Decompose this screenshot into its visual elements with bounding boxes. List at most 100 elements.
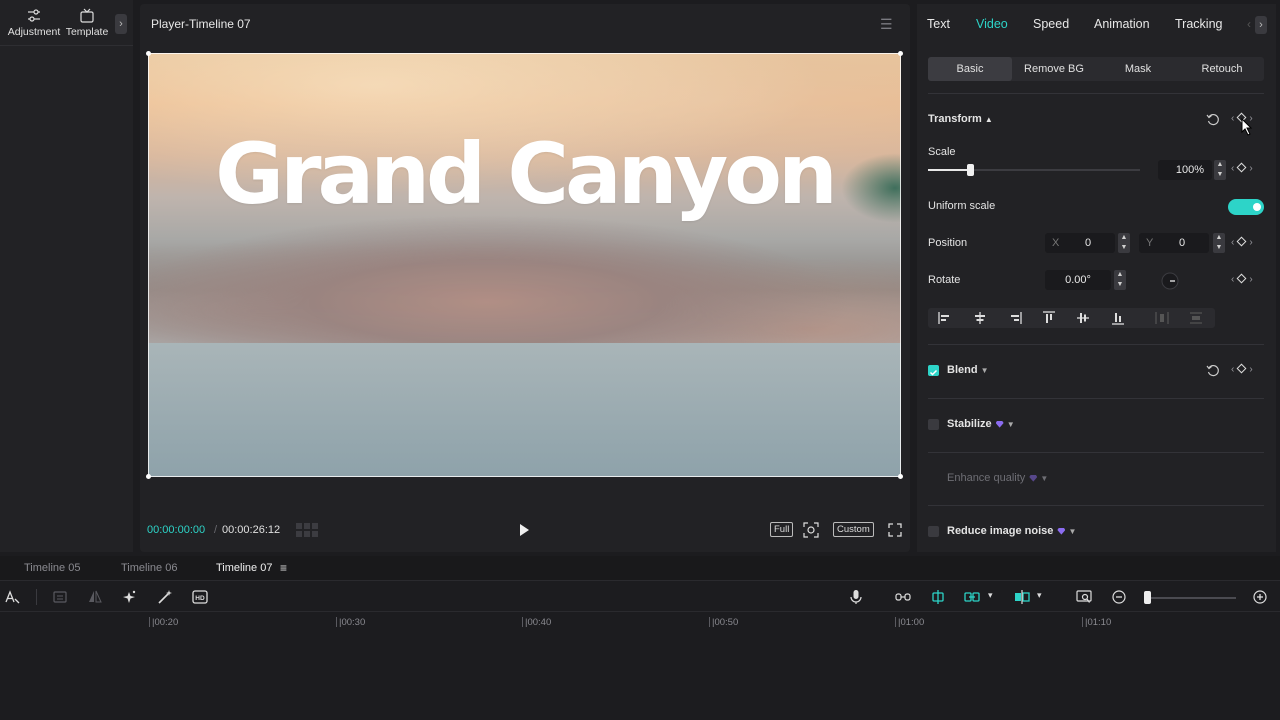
rotate-dial-icon[interactable] xyxy=(1161,272,1179,290)
timeline-menu-icon[interactable]: ≡ xyxy=(280,561,287,575)
tab-tracking[interactable]: Tracking xyxy=(1175,17,1222,31)
position-label: Position xyxy=(928,237,968,249)
distribute-v-icon xyxy=(1190,312,1202,324)
hd-icon[interactable]: HD xyxy=(192,589,208,605)
scale-input[interactable]: 100% xyxy=(1158,160,1212,180)
menu-icon[interactable]: ☰ xyxy=(880,16,893,33)
scale-slider-fill xyxy=(928,169,971,171)
subtab-mask[interactable]: Mask xyxy=(1096,57,1180,81)
keyframe-nav[interactable]: ‹ › xyxy=(1231,363,1253,375)
keyframe-diamond-icon[interactable] xyxy=(1236,236,1247,247)
alignment-toolbar xyxy=(928,308,1215,328)
timeline-tab-07[interactable]: Timeline 07 xyxy=(216,562,272,574)
keyframe-diamond-icon[interactable] xyxy=(1236,162,1247,173)
magic-wand-icon[interactable] xyxy=(157,589,173,605)
subtab-retouch[interactable]: Retouch xyxy=(1180,57,1264,81)
preview-axis-icon[interactable] xyxy=(1014,589,1030,605)
subtab-remove-bg[interactable]: Remove BG xyxy=(1012,57,1096,81)
y-axis-label: Y xyxy=(1146,237,1154,249)
timeline-tab-06[interactable]: Timeline 06 xyxy=(121,562,177,574)
blend-checkbox[interactable] xyxy=(928,365,939,376)
chevron-right-icon[interactable]: › xyxy=(115,14,127,34)
position-x-input[interactable]: X 0 xyxy=(1045,233,1115,253)
keyframe-diamond-icon[interactable] xyxy=(1236,273,1247,284)
align-bottom-icon[interactable] xyxy=(1111,311,1125,325)
reset-icon[interactable] xyxy=(1206,364,1220,378)
enhance-quality-label-text: Enhance quality xyxy=(947,472,1026,484)
tab-text[interactable]: Text xyxy=(927,17,950,31)
chevron-left-icon[interactable]: ‹ xyxy=(1247,17,1251,31)
play-icon[interactable] xyxy=(517,523,531,537)
left-panel: Adjustment Template › xyxy=(0,0,133,552)
zoom-in-icon[interactable] xyxy=(1252,589,1268,605)
chevron-down-icon[interactable]: ▾ xyxy=(988,590,993,601)
blend-label[interactable]: Blend ▼ xyxy=(947,364,989,376)
ruler-tick: |01:10 xyxy=(1081,617,1112,628)
auto-snap-icon[interactable] xyxy=(930,589,946,605)
timeline-zoom-knob[interactable] xyxy=(1144,591,1151,604)
custom-ratio-button[interactable]: Custom xyxy=(833,522,874,537)
position-x-value: 0 xyxy=(1085,237,1092,249)
chevron-right-icon[interactable]: › xyxy=(1255,16,1267,34)
ruler-tick: |01:00 xyxy=(894,617,925,628)
reduce-noise-checkbox[interactable] xyxy=(928,526,939,537)
chevron-down-icon[interactable]: ▾ xyxy=(1037,590,1042,601)
stabilize-label[interactable]: Stabilize ▼ xyxy=(947,418,1015,430)
blend-label-text: Blend xyxy=(947,364,978,376)
keyframe-nav[interactable]: ‹ › xyxy=(1231,236,1253,248)
rotate-input[interactable]: 0.00° xyxy=(1045,270,1111,290)
scale-slider[interactable] xyxy=(928,164,1140,176)
tab-animation[interactable]: Animation xyxy=(1094,17,1150,31)
align-top-icon[interactable] xyxy=(1042,311,1056,325)
full-button[interactable]: Full xyxy=(770,522,794,537)
zoom-fit-icon[interactable] xyxy=(803,522,819,538)
divider xyxy=(928,344,1264,345)
zoom-to-fit-icon[interactable] xyxy=(1076,589,1092,605)
keyframe-diamond-icon[interactable] xyxy=(1236,363,1247,374)
scale-stepper[interactable]: ▲ ▼ xyxy=(1214,160,1226,180)
canvas-text-overlay[interactable]: Grand Canyon xyxy=(148,125,901,223)
align-left-icon[interactable] xyxy=(938,311,952,325)
align-center-h-icon[interactable] xyxy=(973,311,987,325)
tab-speed[interactable]: Speed xyxy=(1033,17,1069,31)
ai-enhance-icon[interactable] xyxy=(121,589,137,605)
reduce-noise-label[interactable]: Reduce image noise ▼ xyxy=(947,525,1076,537)
align-center-v-icon[interactable] xyxy=(1076,311,1090,325)
fullscreen-icon[interactable] xyxy=(888,523,902,537)
premium-gem-icon xyxy=(995,420,1004,428)
tab-template[interactable]: Template xyxy=(62,8,112,38)
caret-down-icon: ▼ xyxy=(1068,527,1077,536)
divider xyxy=(928,93,1264,94)
timeline-zoom-slider[interactable] xyxy=(1146,597,1236,599)
align-right-icon[interactable] xyxy=(1008,311,1022,325)
video-canvas[interactable]: Grand Canyon xyxy=(148,53,901,477)
grid-icon[interactable] xyxy=(296,523,318,537)
position-y-input[interactable]: Y 0 xyxy=(1139,233,1209,253)
uniform-scale-toggle[interactable] xyxy=(1228,199,1264,215)
tab-adjustment[interactable]: Adjustment xyxy=(4,8,64,38)
scale-slider-knob[interactable] xyxy=(967,164,975,176)
auto-caption-icon[interactable] xyxy=(4,589,20,605)
mouse-cursor-icon xyxy=(1241,118,1253,136)
link-icon[interactable] xyxy=(895,589,911,605)
keyframe-nav[interactable]: ‹ › xyxy=(1231,273,1253,285)
timeline-tab-05[interactable]: Timeline 05 xyxy=(24,562,80,574)
zoom-out-icon[interactable] xyxy=(1111,589,1127,605)
microphone-icon[interactable] xyxy=(848,589,864,605)
timeline-ruler[interactable]: |00:20 |00:30 |00:40 |00:50 |01:00 |01:1… xyxy=(0,613,1280,631)
reduce-noise-label-text: Reduce image noise xyxy=(947,525,1054,537)
transform-heading[interactable]: Transform ▲ xyxy=(928,113,993,125)
position-x-stepper[interactable]: ▲ ▼ xyxy=(1118,233,1130,253)
rotate-stepper[interactable]: ▲ ▼ xyxy=(1114,270,1126,290)
ruler-tick: |00:50 xyxy=(708,617,739,628)
reset-icon[interactable] xyxy=(1206,113,1220,127)
timeline-toolbar: HD ▾ ▾ xyxy=(0,582,1280,612)
current-time: 00:00:00:00 xyxy=(147,524,206,536)
keyframe-nav[interactable]: ‹ › xyxy=(1231,162,1253,174)
position-y-stepper[interactable]: ▲ ▼ xyxy=(1213,233,1225,253)
stabilize-checkbox[interactable] xyxy=(928,419,939,430)
subtab-basic[interactable]: Basic xyxy=(928,57,1012,81)
main-track-magnet-icon[interactable] xyxy=(964,589,980,605)
mirror-icon xyxy=(89,590,102,603)
tab-video[interactable]: Video xyxy=(976,17,1008,31)
